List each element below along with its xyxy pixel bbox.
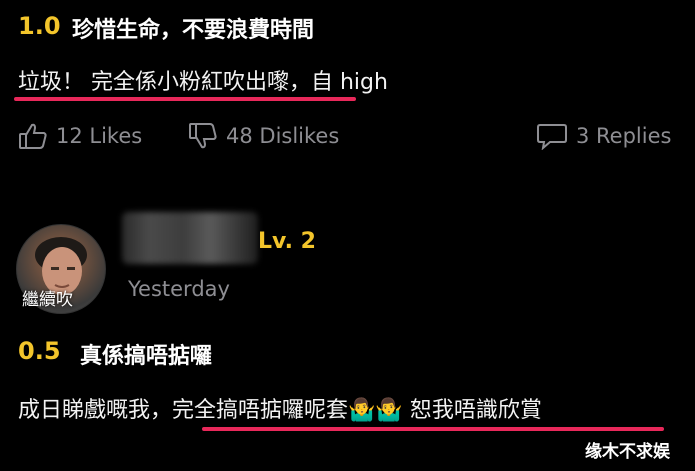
review-timestamp: Yesterday (128, 277, 230, 301)
review-body-start: 成日睇戲嘅我， (18, 398, 173, 423)
thumbs-up-icon (19, 123, 47, 149)
highlight-underline (14, 97, 356, 101)
highlight-underline (202, 427, 664, 431)
like-count: 12 Likes (56, 124, 143, 148)
username-redacted[interactable] (122, 212, 258, 264)
review-body-end: 恕我唔識欣賞 (402, 398, 542, 423)
review-body-highlighted: 垃圾！ 完全係小粉紅吹出嚟 (18, 70, 289, 95)
replies-button[interactable]: 3 Replies (536, 122, 671, 150)
user-level-badge: Lv. 2 (258, 229, 316, 254)
dislike-button[interactable]: 48 Dislikes (188, 122, 339, 150)
review-body-highlighted: 完全搞唔掂囉呢套 (172, 398, 349, 423)
review-score: 1.0 (18, 12, 61, 40)
review-title: 真係搞唔掂囉 (80, 344, 213, 369)
review-body: 成日睇戲嘅我，完全搞唔掂囉呢套🤷‍♂️🤷‍♂️ 恕我唔識欣賞 (18, 392, 542, 424)
thumbs-down-icon (189, 123, 217, 149)
watermark: 缘木不求娱 (585, 442, 670, 462)
review-body: 垃圾！ 完全係小粉紅吹出嚟，自 high (18, 64, 388, 96)
review-score: 0.5 (18, 337, 61, 365)
review-body-rest: ，自 high (289, 70, 388, 95)
comment-bubble-icon (537, 124, 567, 150)
like-button[interactable]: 12 Likes (18, 122, 142, 150)
shrug-emoji: 🤷‍♂️🤷‍♂️ (348, 398, 403, 423)
avatar-caption: 繼續吹 (22, 290, 73, 310)
dislike-count: 48 Dislikes (226, 124, 340, 148)
reply-count: 3 Replies (576, 124, 672, 148)
review-title: 珍惜生命，不要浪費時間 (72, 18, 315, 43)
